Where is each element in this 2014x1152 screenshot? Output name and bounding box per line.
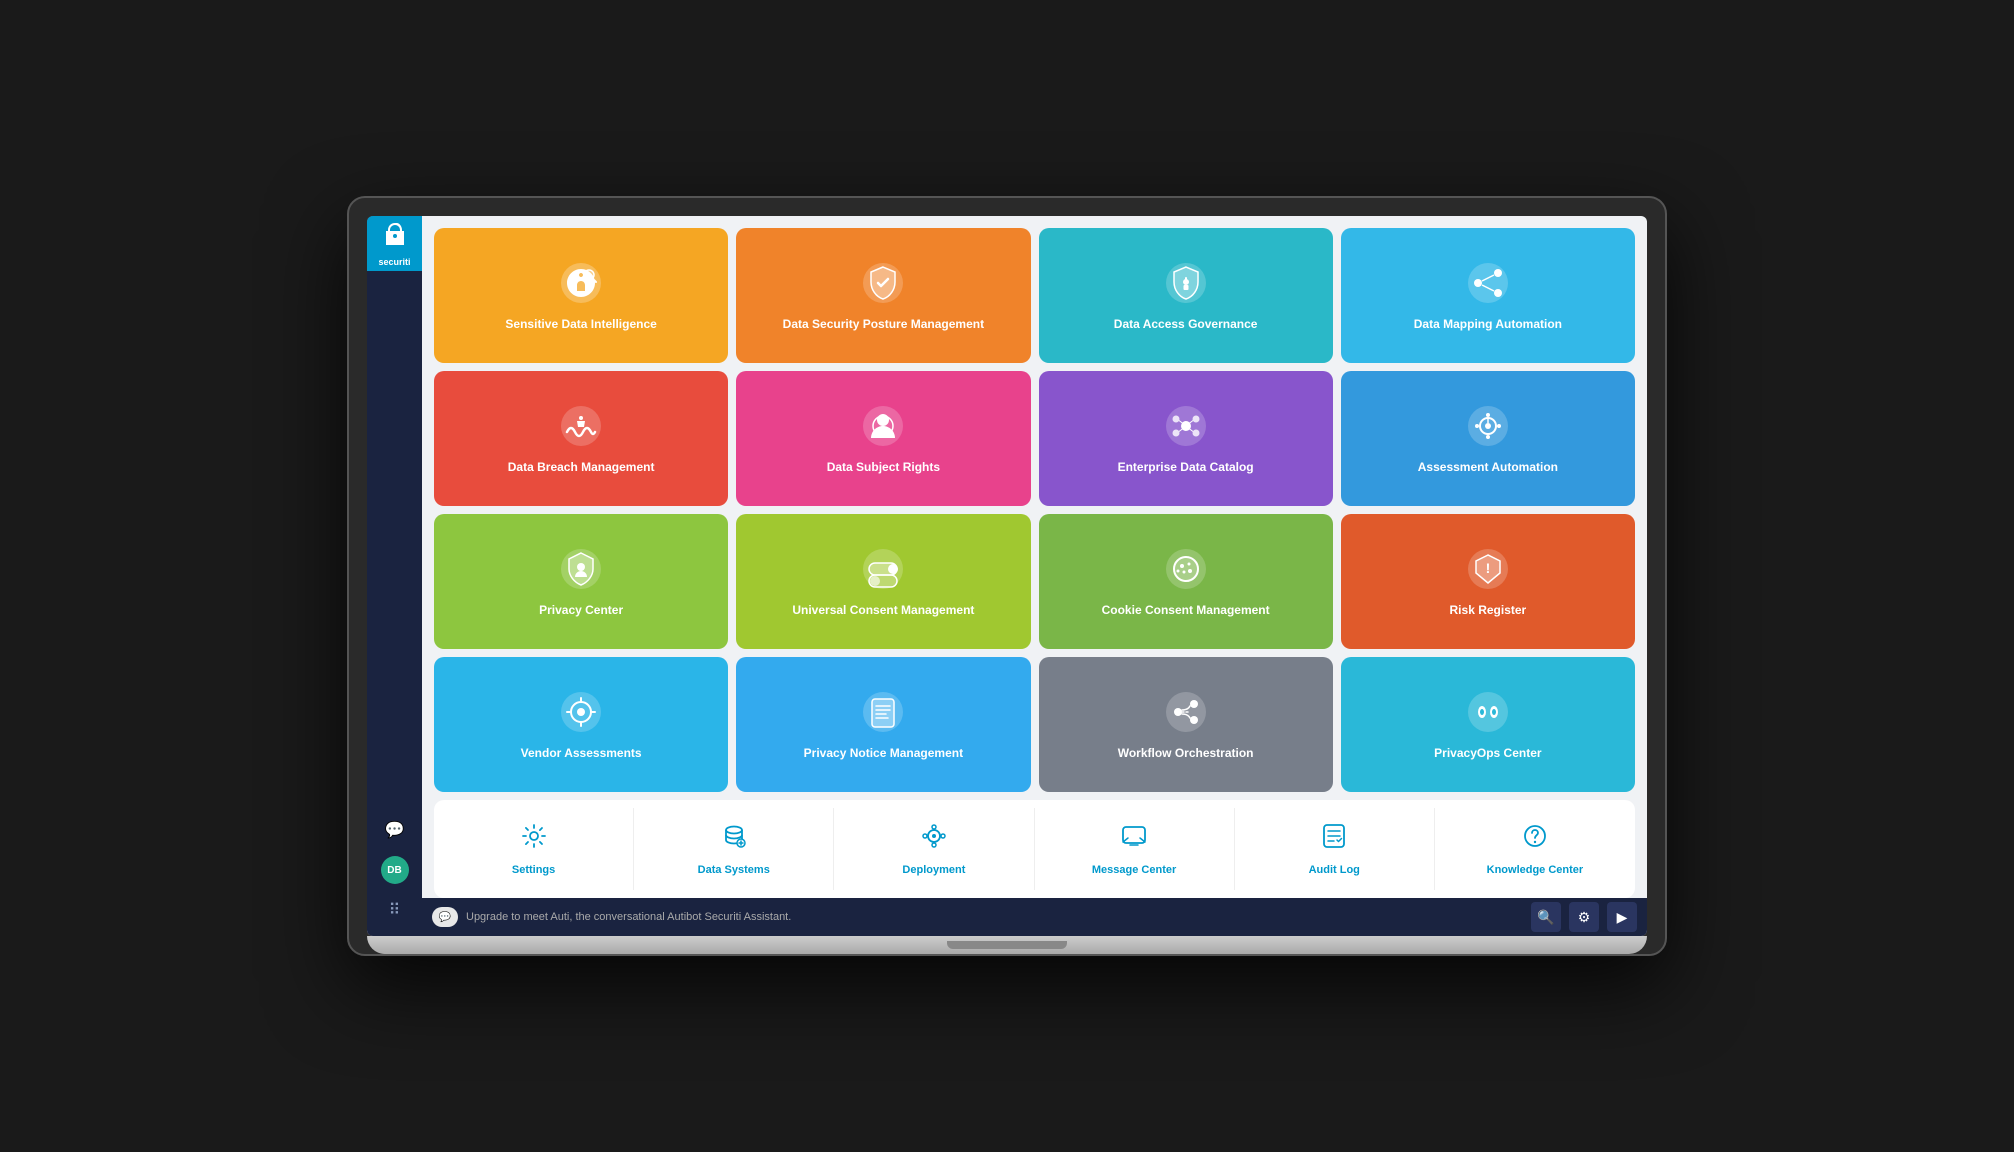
bottom-bar-text: Upgrade to meet Auti, the conversational… xyxy=(466,911,1523,923)
settings-icon xyxy=(520,822,548,856)
tile-label: Risk Register xyxy=(1450,603,1527,619)
utility-label: Knowledge Center xyxy=(1487,864,1584,876)
tile-label: Cookie Consent Management xyxy=(1102,603,1270,619)
tile-privacy-notice[interactable]: Privacy Notice Management xyxy=(736,657,1030,792)
tile-label: Data Security Posture Management xyxy=(783,317,984,333)
data-security-icon xyxy=(859,259,907,307)
tile-label: Data Breach Management xyxy=(508,460,655,476)
tile-cookie-consent[interactable]: Cookie Consent Management xyxy=(1039,514,1333,649)
logo-icon xyxy=(381,221,409,255)
tile-label: Data Mapping Automation xyxy=(1414,317,1562,333)
bottom-bar: 💬 Upgrade to meet Auti, the conversation… xyxy=(422,898,1647,936)
laptop-base xyxy=(367,936,1647,954)
utility-tile-knowledge-center[interactable]: Knowledge Center xyxy=(1435,808,1635,890)
privacy-center-icon xyxy=(557,545,605,593)
tile-workflow-orchestration[interactable]: Workflow Orchestration xyxy=(1039,657,1333,792)
sidebar-bottom: 💬 DB ⠿ xyxy=(381,816,409,936)
utility-label: Deployment xyxy=(902,864,965,876)
risk-register-icon: ! xyxy=(1464,545,1512,593)
data-mapping-icon xyxy=(1464,259,1512,307)
tile-label: Data Access Governance xyxy=(1114,317,1258,333)
search-button[interactable]: 🔍 xyxy=(1531,902,1561,932)
chat-icon[interactable]: 💬 xyxy=(381,816,409,844)
apps-icon[interactable]: ⠿ xyxy=(381,896,409,924)
tile-label: Universal Consent Management xyxy=(792,603,974,619)
enterprise-catalog-icon xyxy=(1162,402,1210,450)
data-breach-icon xyxy=(557,402,605,450)
tile-label: Privacy Center xyxy=(539,603,623,619)
tile-risk-register[interactable]: ! Risk Register xyxy=(1341,514,1635,649)
utility-label: Settings xyxy=(512,864,555,876)
utility-tile-deployment[interactable]: Deployment xyxy=(834,808,1034,890)
tile-label: Vendor Assessments xyxy=(521,746,642,762)
sidebar: securiti 💬 DB ⠿ xyxy=(367,216,422,936)
utility-label: Audit Log xyxy=(1309,864,1360,876)
utility-tile-audit-log[interactable]: Audit Log xyxy=(1235,808,1435,890)
avatar[interactable]: DB xyxy=(381,856,409,884)
laptop-notch xyxy=(947,941,1067,949)
data-access-icon xyxy=(1162,259,1210,307)
utility-tile-settings[interactable]: Settings xyxy=(434,808,634,890)
data-systems-icon xyxy=(720,822,748,856)
play-button[interactable]: ▶ xyxy=(1607,902,1637,932)
tile-label: Data Subject Rights xyxy=(827,460,940,476)
utility-label: Data Systems xyxy=(698,864,770,876)
tile-label: Enterprise Data Catalog xyxy=(1118,460,1254,476)
filter-button[interactable]: ⚙ xyxy=(1569,902,1599,932)
tile-label: Privacy Notice Management xyxy=(804,746,963,762)
tile-label: Assessment Automation xyxy=(1418,460,1558,476)
data-subject-icon xyxy=(859,402,907,450)
tile-sensitive-data-intelligence[interactable]: Sensitive Data Intelligence xyxy=(434,228,728,363)
tile-label: Sensitive Data Intelligence xyxy=(505,317,656,333)
universal-consent-icon xyxy=(859,545,907,593)
app-logo[interactable]: securiti xyxy=(367,216,422,271)
tile-data-mapping[interactable]: Data Mapping Automation xyxy=(1341,228,1635,363)
tile-universal-consent[interactable]: Universal Consent Management xyxy=(736,514,1030,649)
main-tiles-grid: Sensitive Data Intelligence Data Securit… xyxy=(434,228,1635,792)
tile-data-security-posture[interactable]: Data Security Posture Management xyxy=(736,228,1030,363)
svg-text:!: ! xyxy=(1486,560,1491,576)
vendor-assessments-icon xyxy=(557,688,605,736)
tile-data-breach[interactable]: Data Breach Management xyxy=(434,371,728,506)
tile-label: PrivacyOps Center xyxy=(1434,746,1541,762)
cookie-consent-icon xyxy=(1162,545,1210,593)
main-content: Sensitive Data Intelligence Data Securit… xyxy=(422,216,1647,936)
utility-tiles-grid: Settings xyxy=(434,800,1635,898)
tile-data-access-governance[interactable]: Data Access Governance xyxy=(1039,228,1333,363)
tile-data-subject-rights[interactable]: Data Subject Rights xyxy=(736,371,1030,506)
tile-enterprise-data-catalog[interactable]: Enterprise Data Catalog xyxy=(1039,371,1333,506)
bottom-icons: 🔍 ⚙ ▶ xyxy=(1531,902,1637,932)
tile-label: Workflow Orchestration xyxy=(1118,746,1254,762)
tile-vendor-assessments[interactable]: Vendor Assessments xyxy=(434,657,728,792)
deployment-icon xyxy=(920,822,948,856)
laptop-frame: securiti 💬 DB ⠿ xyxy=(347,196,1667,956)
grid-area: Sensitive Data Intelligence Data Securit… xyxy=(422,216,1647,898)
assessment-icon xyxy=(1464,402,1512,450)
tile-privacy-center[interactable]: Privacy Center xyxy=(434,514,728,649)
screen: securiti 💬 DB ⠿ xyxy=(367,216,1647,936)
utility-tile-message-center[interactable]: Message Center xyxy=(1035,808,1235,890)
chat-bubble-icon: 💬 xyxy=(432,907,458,927)
utility-tile-data-systems[interactable]: Data Systems xyxy=(634,808,834,890)
workflow-icon xyxy=(1162,688,1210,736)
sensitive-data-icon xyxy=(557,259,605,307)
tile-privacyops-center[interactable]: PrivacyOps Center xyxy=(1341,657,1635,792)
tile-assessment-automation[interactable]: Assessment Automation xyxy=(1341,371,1635,506)
logo-label: securiti xyxy=(378,257,410,267)
knowledge-center-icon xyxy=(1521,822,1549,856)
audit-log-icon xyxy=(1320,822,1348,856)
message-center-icon xyxy=(1120,822,1148,856)
privacy-notice-icon xyxy=(859,688,907,736)
utility-label: Message Center xyxy=(1092,864,1176,876)
privacyops-icon xyxy=(1464,688,1512,736)
